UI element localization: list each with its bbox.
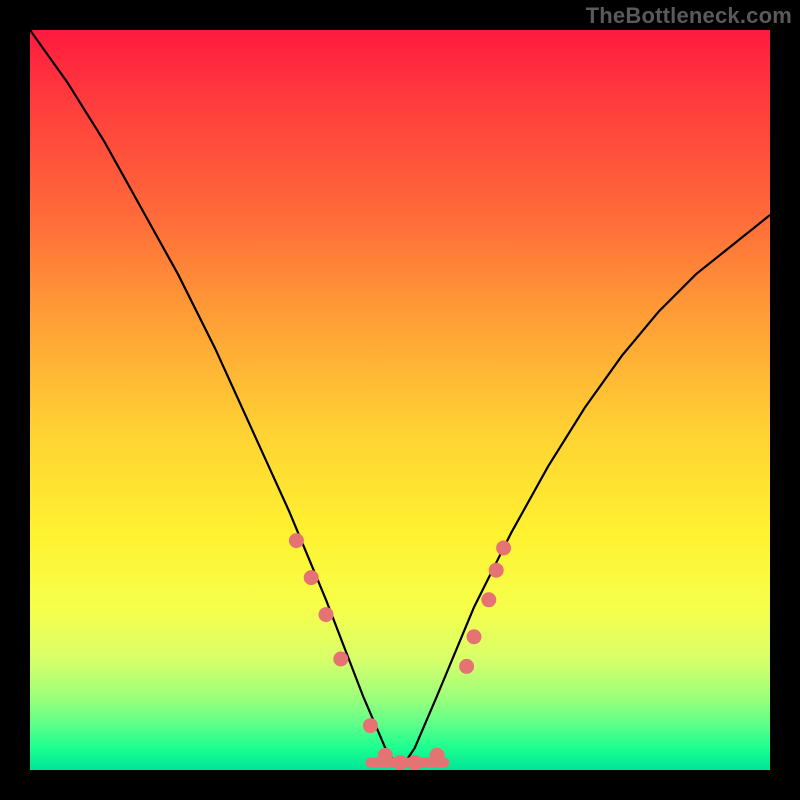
curve-marker bbox=[333, 652, 348, 667]
bottleneck-markers bbox=[289, 533, 511, 770]
curve-marker bbox=[459, 659, 474, 674]
watermark-text: TheBottleneck.com bbox=[586, 3, 792, 29]
curve-marker bbox=[481, 592, 496, 607]
bottleneck-curve-svg bbox=[30, 30, 770, 770]
curve-marker bbox=[304, 570, 319, 585]
bottleneck-curve-path bbox=[30, 30, 770, 770]
curve-marker bbox=[319, 607, 334, 622]
curve-marker bbox=[489, 563, 504, 578]
curve-marker bbox=[363, 718, 378, 733]
curve-marker bbox=[407, 755, 422, 770]
curve-marker bbox=[289, 533, 304, 548]
curve-marker bbox=[467, 629, 482, 644]
curve-marker bbox=[496, 541, 511, 556]
curve-marker bbox=[378, 748, 393, 763]
chart-frame: TheBottleneck.com bbox=[0, 0, 800, 800]
curve-marker bbox=[430, 748, 445, 763]
curve-marker bbox=[393, 755, 408, 770]
